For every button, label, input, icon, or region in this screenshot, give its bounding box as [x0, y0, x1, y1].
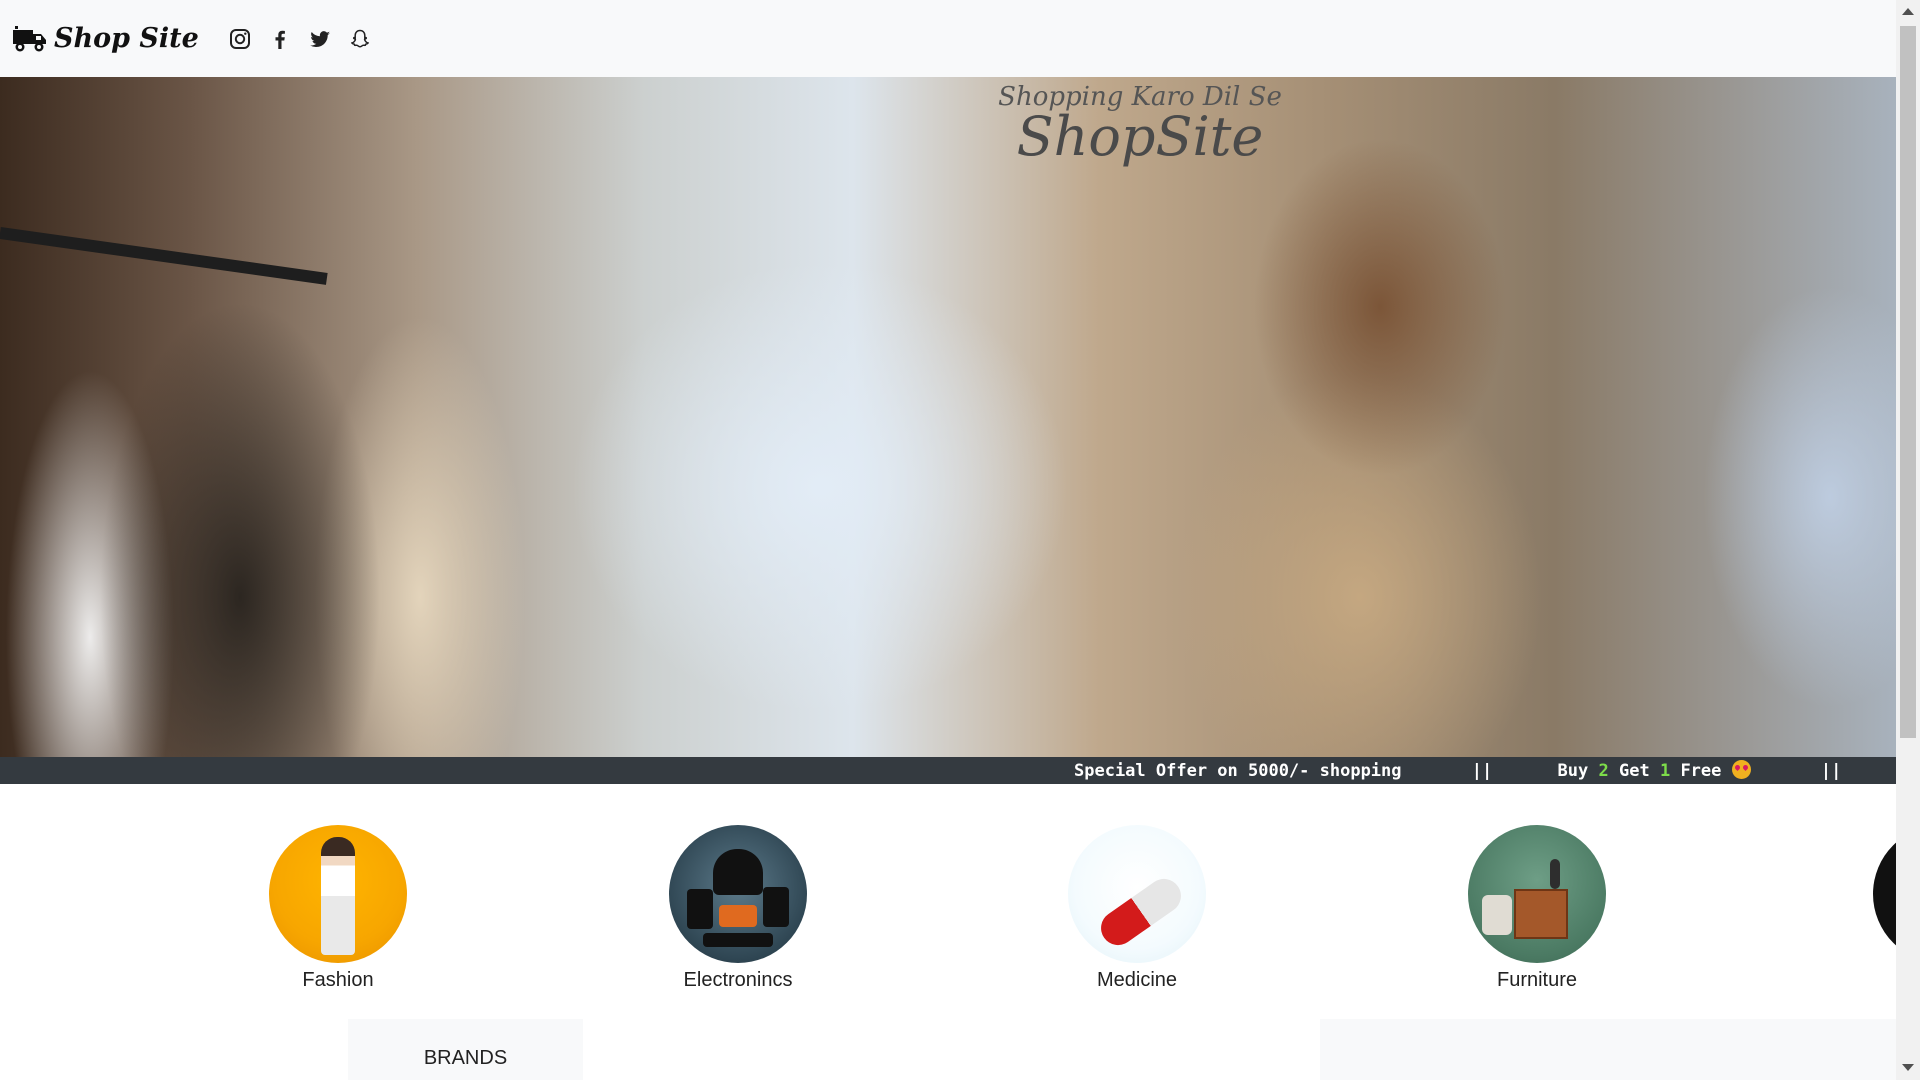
category-label: Furniture [1496, 969, 1578, 991]
medicine-image [1068, 825, 1206, 963]
twitter-icon[interactable] [309, 28, 331, 50]
category-medicine[interactable]: Medicine [1037, 825, 1237, 992]
free-label: Free [1680, 761, 1722, 781]
category-fashion[interactable]: Fashion [238, 825, 438, 992]
category-label: Electronincs [683, 969, 793, 991]
category-label: Medicine [1096, 969, 1178, 991]
category-label: Fashion [302, 969, 374, 991]
navbar: Shop Site [0, 0, 1896, 77]
scroll-up-icon[interactable] [1902, 8, 1914, 15]
get-label: Get [1618, 761, 1650, 781]
category-electronics[interactable]: Electronincs [638, 825, 838, 992]
ticker-content: Special Offer on 5000/- shopping || Buy … [1074, 760, 1896, 781]
category-furniture[interactable]: Furniture [1437, 825, 1637, 992]
electronics-image [669, 825, 807, 963]
fashion-image [269, 825, 407, 963]
brand-name: Shop Site [54, 23, 199, 54]
side-panel [1320, 1019, 1896, 1080]
buy-label: Buy [1557, 761, 1589, 781]
page-scrollbar[interactable] [1896, 0, 1920, 1080]
instagram-icon[interactable] [229, 28, 251, 50]
scroll-down-icon[interactable] [1902, 1064, 1914, 1071]
facebook-icon[interactable] [269, 28, 291, 50]
category-partial[interactable] [1837, 825, 1896, 963]
snapchat-icon[interactable] [349, 28, 371, 50]
brands-section: BRANDS [348, 1019, 583, 1080]
ticker-separator-end: || [1820, 761, 1842, 781]
brand-link[interactable]: Shop Site [12, 23, 199, 54]
partial-category-image [1873, 825, 1896, 963]
offer-text: Special Offer on 5000/- shopping [1074, 761, 1402, 781]
truck-icon [13, 25, 46, 51]
brands-title: BRANDS [423, 1047, 508, 1069]
offer-ticker: Special Offer on 5000/- shopping || Buy … [0, 757, 1896, 784]
furniture-image [1468, 825, 1606, 963]
hero-banner: Shopping Karo Dil Se ShopSite [0, 77, 1896, 757]
ticker-separator: || [1471, 761, 1493, 781]
social-links [229, 28, 371, 50]
hero-image [0, 77, 1896, 757]
hero-title: ShopSite [1016, 105, 1264, 168]
scrollbar-thumb[interactable] [1900, 26, 1916, 738]
heart-eyes-emoji-icon [1731, 760, 1751, 779]
category-strip: Fashion Electronincs Medicine Furniture [0, 784, 1896, 1004]
get-count: 1 [1659, 761, 1671, 781]
buy-count: 2 [1598, 761, 1609, 781]
